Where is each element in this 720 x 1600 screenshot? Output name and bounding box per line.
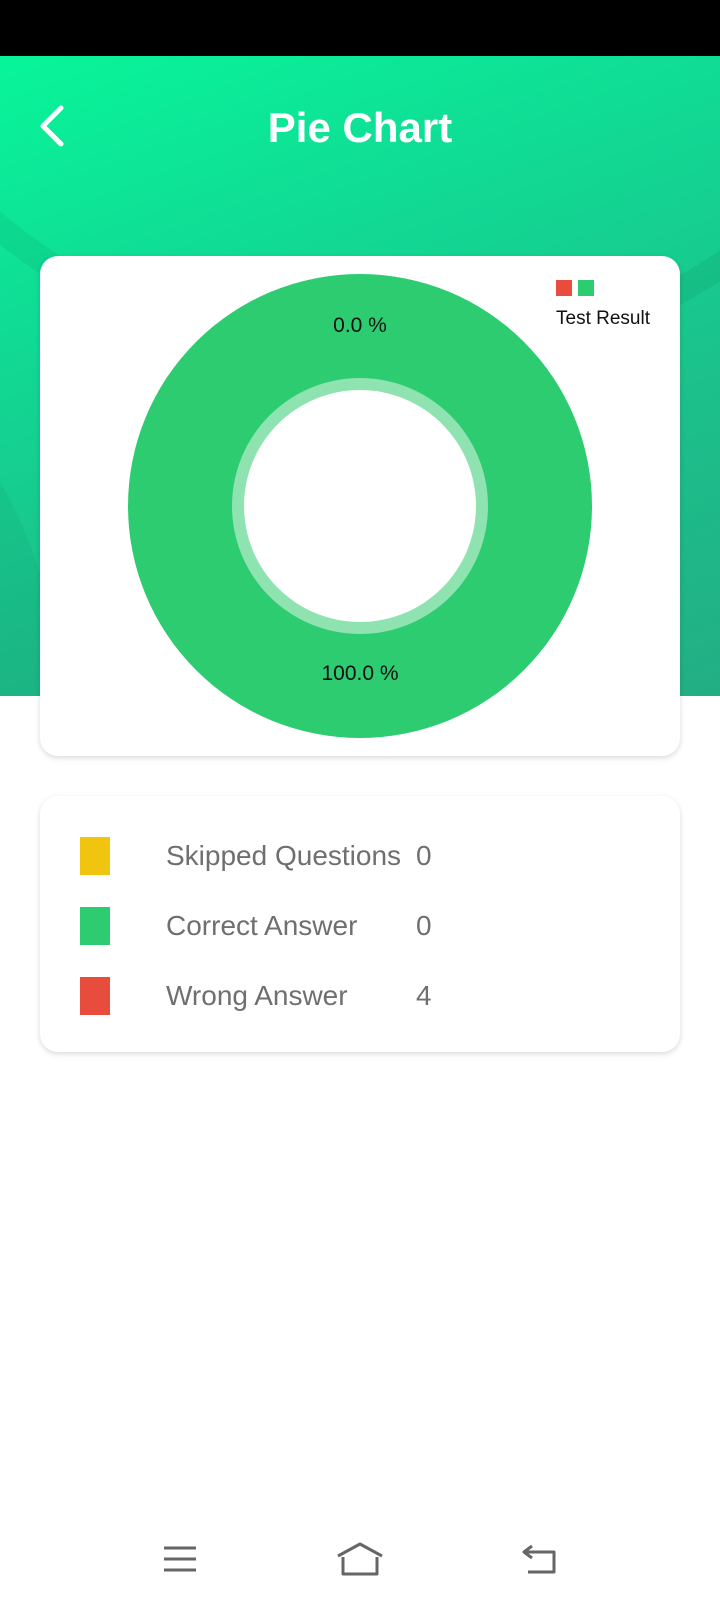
stat-value: 0 [416, 840, 432, 871]
slice-label: 100.0 % [321, 662, 398, 685]
stat-swatch [80, 907, 110, 945]
stat-swatch [80, 837, 110, 875]
home-icon [337, 1542, 383, 1576]
menu-button[interactable] [150, 1534, 210, 1584]
home-button[interactable] [330, 1534, 390, 1584]
status-bar [0, 0, 720, 56]
return-icon [522, 1544, 556, 1574]
legend-swatch [556, 280, 572, 296]
legend-swatch [578, 280, 594, 296]
legend-label: Test Result [556, 308, 650, 329]
stat-value: 0 [416, 910, 432, 941]
stat-row-correct: Correct Answer 0 [80, 906, 432, 946]
donut-hole [244, 390, 476, 622]
return-button[interactable] [510, 1534, 570, 1584]
legend-swatches [556, 280, 594, 296]
menu-icon [164, 1546, 196, 1572]
stat-label: Skipped Questions [166, 840, 402, 871]
chart-card: 0.0 % 100.0 % Test Result [40, 256, 680, 756]
donut-chart: 0.0 % 100.0 % [128, 274, 592, 738]
slice-label: 0.0 % [333, 314, 387, 337]
stat-row-wrong: Wrong Answer 4 [80, 976, 432, 1016]
stat-row-skipped: Skipped Questions 0 [80, 836, 432, 876]
stat-value: 4 [416, 980, 432, 1011]
stat-swatch [80, 977, 110, 1015]
chart-legend: Test Result [538, 270, 658, 330]
stats-card: Skipped Questions 0 Correct Answer 0 Wro… [40, 796, 680, 1052]
stat-label: Correct Answer [166, 910, 358, 941]
page-title: Pie Chart [267, 104, 453, 151]
stat-label: Wrong Answer [166, 980, 348, 1011]
system-nav-bar [0, 1520, 720, 1600]
